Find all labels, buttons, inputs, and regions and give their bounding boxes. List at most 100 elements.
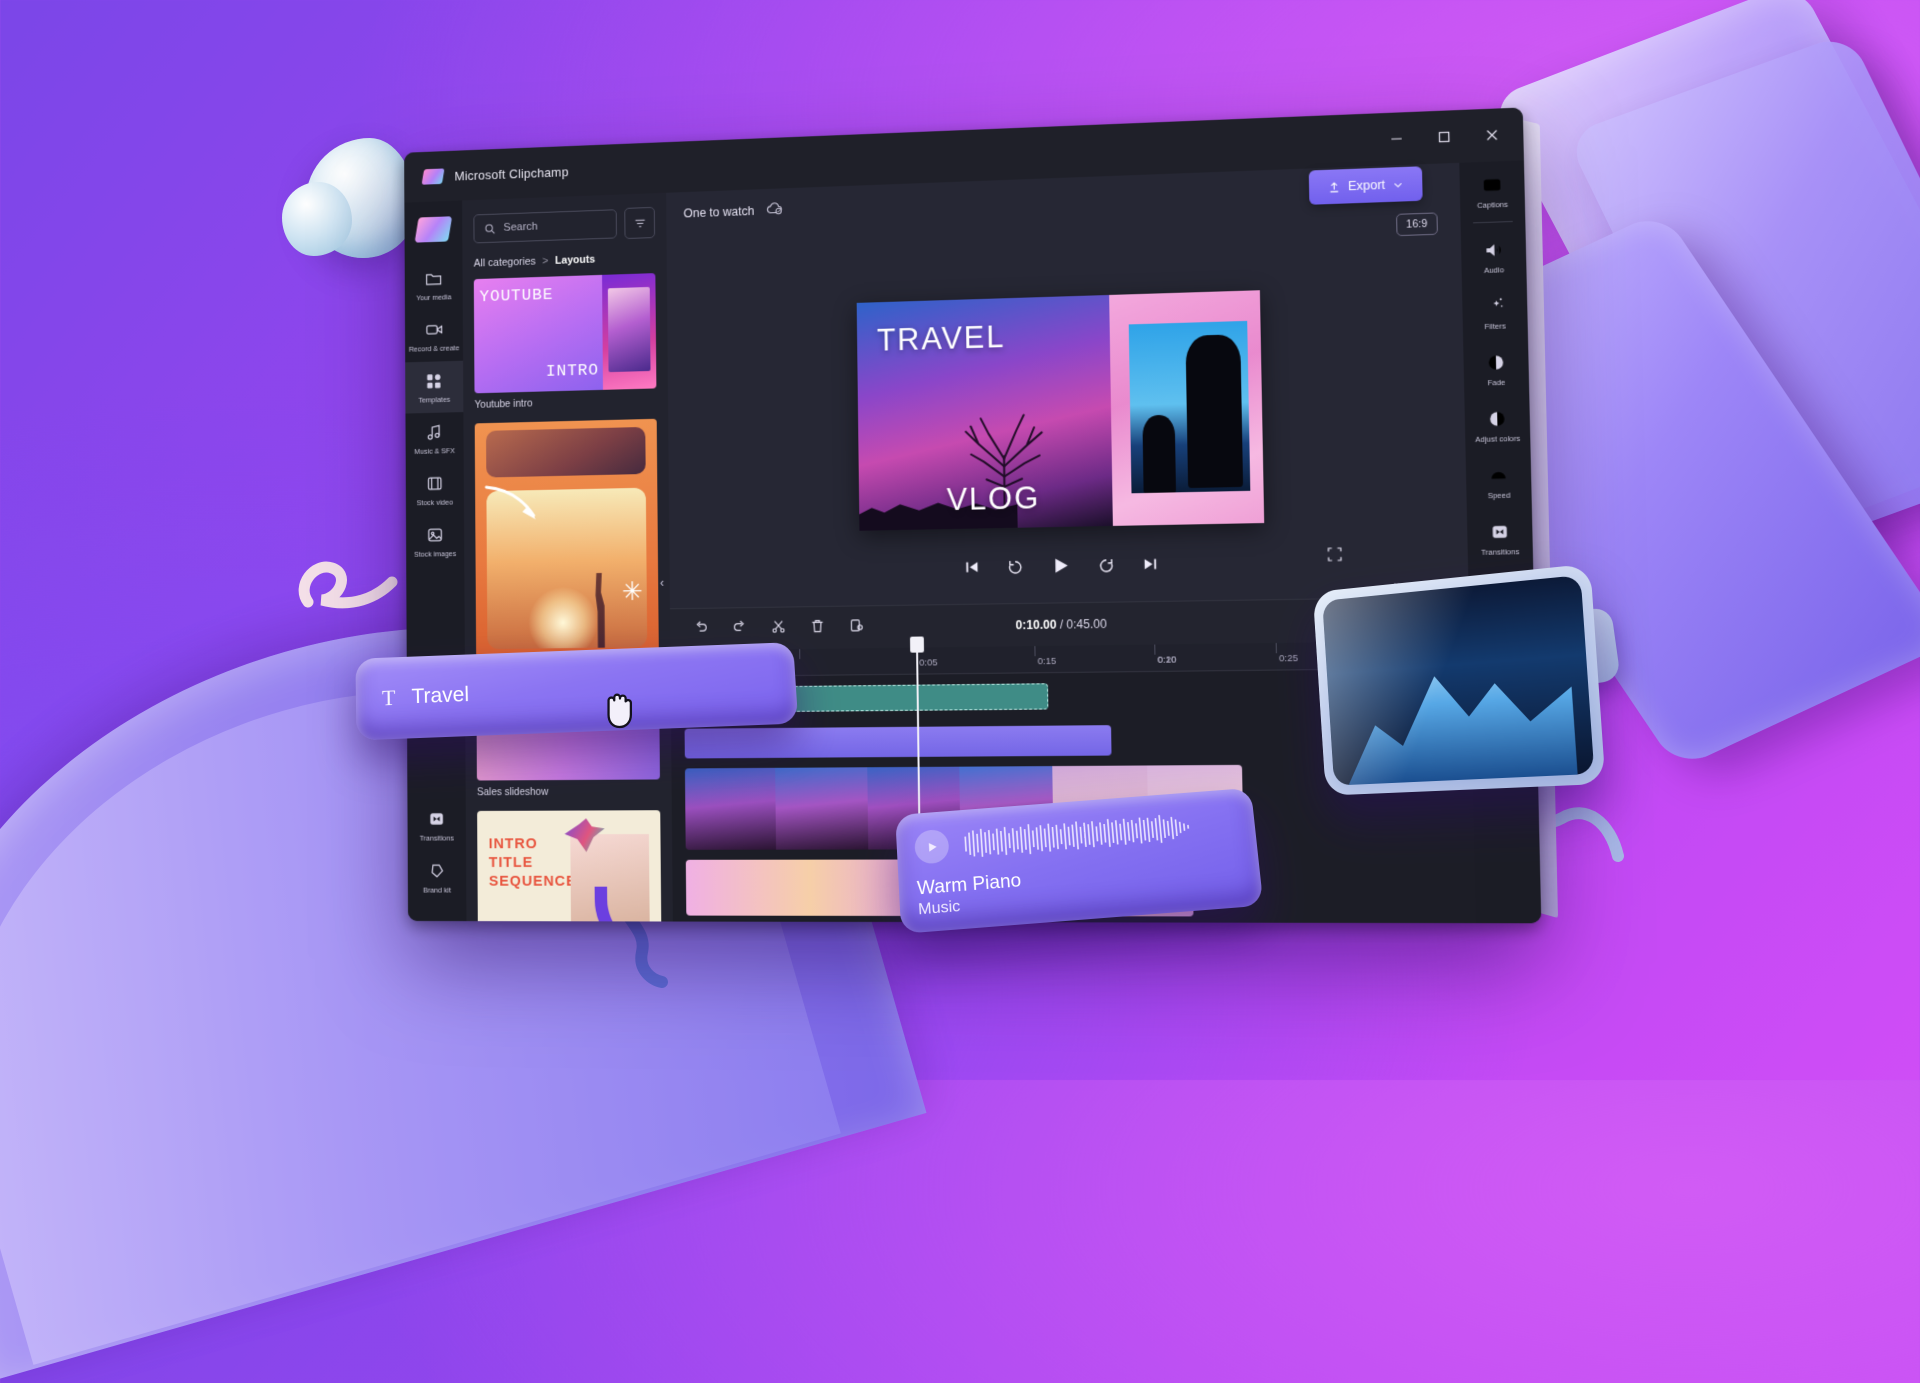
app-title: Microsoft Clipchamp bbox=[454, 164, 569, 183]
sidebar-label: Brand kit bbox=[423, 885, 452, 895]
sidebar-item-stock-images[interactable]: Stock images bbox=[406, 515, 464, 568]
templates-panel: Search All categories > Layouts YOUTUBE … bbox=[462, 192, 673, 922]
grab-hand-cursor bbox=[600, 686, 638, 730]
transitions-icon bbox=[1488, 520, 1512, 543]
right-item-captions[interactable]: Captions bbox=[1459, 162, 1525, 220]
template-card-intro-title-sequence[interactable]: INTRO TITLE SEQUENCE bbox=[477, 810, 662, 922]
template-thumb: YOUTUBE INTRO bbox=[473, 274, 603, 394]
right-item-label: Captions bbox=[1476, 199, 1509, 210]
sidebar-label: Your media bbox=[416, 292, 452, 303]
speaker-icon bbox=[1482, 239, 1505, 262]
skip-next-icon[interactable] bbox=[1141, 555, 1158, 572]
rewind-icon[interactable] bbox=[1006, 557, 1024, 575]
timeline-tools bbox=[670, 617, 865, 641]
template-name: Youtube intro bbox=[474, 397, 533, 411]
folder-icon bbox=[423, 268, 444, 290]
forward-icon[interactable] bbox=[1097, 556, 1115, 574]
filter-icon[interactable] bbox=[624, 206, 656, 240]
undo-icon[interactable] bbox=[693, 619, 709, 640]
project-title[interactable]: One to watch bbox=[683, 204, 754, 220]
sidebar-item-templates[interactable]: Templates bbox=[405, 360, 464, 414]
aspect-ratio-badge[interactable]: 16:9 bbox=[1395, 212, 1438, 237]
scene: Microsoft Clipchamp Your media Record & … bbox=[0, 0, 1920, 1383]
search-input[interactable]: Search bbox=[473, 209, 617, 244]
template-thumb-photo bbox=[602, 273, 657, 390]
music-waveform bbox=[962, 808, 1193, 863]
sidebar-item-your-media[interactable]: Your media bbox=[405, 258, 463, 311]
sidebar-item-brand-kit[interactable]: Brand kit bbox=[408, 851, 467, 903]
right-item-label: Fade bbox=[1487, 377, 1506, 388]
image-icon bbox=[425, 524, 446, 546]
redo-icon[interactable] bbox=[732, 619, 748, 640]
duplicate-icon[interactable] bbox=[849, 617, 865, 638]
right-item-filters[interactable]: Filters bbox=[1462, 284, 1528, 342]
person-silhouette-small bbox=[1141, 414, 1177, 493]
clipchamp-brand-icon bbox=[414, 216, 453, 243]
music-note-icon bbox=[424, 421, 445, 443]
skip-previous-icon[interactable] bbox=[963, 559, 980, 576]
sidebar-item-transitions[interactable]: Transitions bbox=[407, 799, 466, 851]
brand-kit-icon bbox=[427, 860, 448, 882]
sidebar-item-stock-video[interactable]: Stock video bbox=[406, 463, 464, 516]
right-item-label: Filters bbox=[1484, 321, 1506, 332]
person-silhouette-large bbox=[1185, 334, 1243, 489]
breadcrumb: All categories > Layouts bbox=[474, 252, 656, 270]
template-name: Sales slideshow bbox=[476, 786, 549, 799]
play-icon[interactable] bbox=[1050, 555, 1071, 576]
breadcrumb-root[interactable]: All categories bbox=[474, 256, 536, 270]
close-icon[interactable] bbox=[1469, 117, 1516, 153]
sparkle-icon: ✳ bbox=[621, 576, 644, 607]
right-item-adjust-colors[interactable]: Adjust colors bbox=[1464, 397, 1530, 455]
preview-area: 16:9 TRAVEL VLOG bbox=[666, 208, 1468, 609]
time-separator: / bbox=[1059, 617, 1064, 632]
search-row: Search bbox=[473, 206, 656, 245]
clipchamp-window: Microsoft Clipchamp Your media Record & … bbox=[404, 107, 1559, 924]
trash-icon[interactable] bbox=[810, 617, 826, 638]
timeline-clip-overlay[interactable] bbox=[684, 725, 1112, 759]
right-item-transitions[interactable]: Transitions bbox=[1467, 510, 1533, 568]
sidebar-item-music-sfx[interactable]: Music & SFX bbox=[405, 412, 463, 465]
sidebar-label: Stock video bbox=[416, 497, 454, 508]
window-controls bbox=[1373, 108, 1515, 166]
right-item-audio[interactable]: Audio bbox=[1461, 228, 1527, 286]
breadcrumb-separator: > bbox=[542, 255, 549, 268]
template-title-text: INTRO TITLE SEQUENCE bbox=[488, 835, 577, 890]
right-item-fade[interactable]: Fade bbox=[1463, 340, 1529, 398]
fullscreen-icon[interactable] bbox=[1326, 546, 1343, 568]
cloud-saved-icon bbox=[766, 201, 784, 220]
minimize-icon[interactable] bbox=[1374, 121, 1420, 157]
right-item-label: Adjust colors bbox=[1475, 433, 1521, 445]
sidebar-item-record-create[interactable]: Record & create bbox=[405, 309, 463, 362]
worm-illustration bbox=[594, 886, 662, 922]
scissors-icon[interactable] bbox=[771, 618, 787, 639]
decorative-squiggle-left bbox=[292, 512, 402, 622]
ruler-label: 0:05 bbox=[919, 657, 938, 669]
contrast-icon bbox=[1486, 407, 1510, 430]
floating-text-clip-card[interactable]: T Travel bbox=[355, 642, 799, 741]
collapse-panel-icon[interactable]: ‹ bbox=[660, 576, 664, 590]
closed-captions-icon bbox=[1480, 173, 1503, 196]
transitions-icon bbox=[426, 808, 447, 830]
sidebar-label: Stock images bbox=[414, 549, 457, 559]
floating-media-preview-card bbox=[1312, 563, 1606, 796]
maximize-icon[interactable] bbox=[1421, 119, 1467, 155]
search-icon bbox=[484, 222, 496, 235]
template-card-sales-slideshow[interactable]: ✳ bbox=[474, 418, 659, 658]
magic-wand-icon bbox=[1483, 295, 1507, 318]
fade-icon bbox=[1484, 351, 1508, 374]
sidebar-label: Templates bbox=[418, 394, 451, 405]
templates-grid-icon bbox=[424, 370, 445, 392]
video-camera-icon bbox=[424, 319, 445, 341]
ruler-label: 0:10 bbox=[1157, 654, 1177, 666]
left-sidebar: Your media Record & create Templates Mus… bbox=[404, 200, 467, 922]
video-canvas[interactable]: TRAVEL VLOG bbox=[856, 290, 1265, 531]
clipchamp-logo-icon bbox=[421, 168, 445, 185]
sidebar-label: Music & SFX bbox=[414, 446, 455, 456]
play-icon[interactable] bbox=[913, 828, 950, 865]
canvas-title-line2: VLOG bbox=[946, 479, 1041, 517]
speedometer-icon bbox=[1487, 464, 1511, 487]
right-item-speed[interactable]: Speed bbox=[1466, 453, 1532, 511]
template-card-youtube-intro[interactable]: YOUTUBE INTRO bbox=[473, 273, 657, 394]
right-item-label: Audio bbox=[1483, 265, 1505, 276]
sidebar-label: Transitions bbox=[419, 833, 454, 843]
